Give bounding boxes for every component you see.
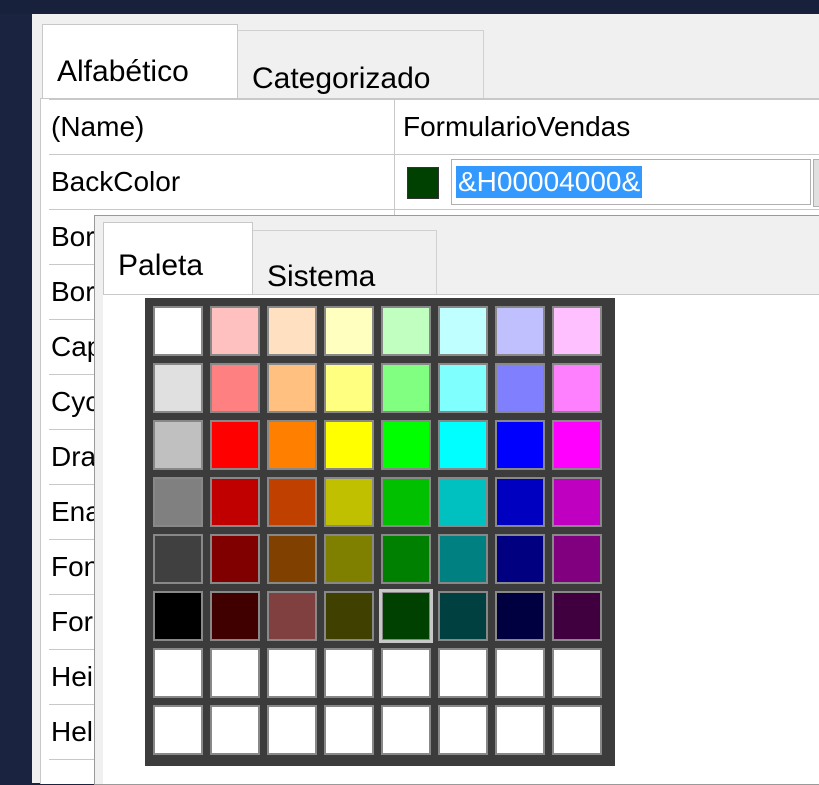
color-swatch[interactable] [153,648,203,698]
color-swatch[interactable] [552,648,602,698]
color-swatch[interactable] [210,420,260,470]
color-swatch[interactable] [153,306,203,356]
color-swatch[interactable] [438,648,488,698]
color-swatch[interactable] [267,648,317,698]
color-swatch[interactable] [210,648,260,698]
color-swatch[interactable] [381,420,431,470]
color-picker-popup: Paleta Sistema [94,215,819,785]
color-swatch[interactable] [324,477,374,527]
color-swatch[interactable] [495,705,545,755]
color-swatch[interactable] [153,534,203,584]
window-frame [0,0,819,14]
color-swatch[interactable] [495,534,545,584]
color-swatch[interactable] [210,306,260,356]
color-swatch[interactable] [438,534,488,584]
color-swatch[interactable] [153,363,203,413]
color-swatch[interactable] [552,705,602,755]
tab-sistema[interactable]: Sistema [253,230,437,294]
tab-categorizado[interactable]: Categorizado [238,30,484,98]
color-swatch[interactable] [495,648,545,698]
color-swatch[interactable] [552,363,602,413]
tab-paleta[interactable]: Paleta [103,222,253,296]
color-swatch[interactable] [324,363,374,413]
backcolor-value-text: &H00004000& [456,166,643,198]
property-row-backcolor[interactable]: BackColor &H00004000& [49,155,819,210]
color-swatch[interactable] [210,363,260,413]
color-swatch[interactable] [438,705,488,755]
color-swatch[interactable] [324,534,374,584]
color-swatch[interactable] [381,705,431,755]
color-swatch[interactable] [381,306,431,356]
dropdown-button[interactable] [813,159,819,207]
color-swatch[interactable] [438,363,488,413]
color-swatch[interactable] [381,648,431,698]
color-swatch[interactable] [552,591,602,641]
color-swatch[interactable] [495,477,545,527]
backcolor-input[interactable]: &H00004000& [451,159,811,205]
color-swatch[interactable] [153,705,203,755]
color-swatch[interactable] [381,477,431,527]
property-name: (Name) [49,100,395,154]
color-swatch[interactable] [267,705,317,755]
backcolor-value-cell[interactable]: &H00004000& [397,155,819,209]
color-swatch[interactable] [153,591,203,641]
backcolor-swatch [407,167,439,199]
property-value[interactable]: FormularioVendas [397,100,819,154]
color-swatch[interactable] [438,477,488,527]
color-swatch[interactable] [153,477,203,527]
tab-alfabetico[interactable]: Alfabético [42,24,238,100]
color-swatch[interactable] [552,534,602,584]
color-swatch[interactable] [495,306,545,356]
color-swatch[interactable] [267,477,317,527]
color-swatch[interactable] [210,534,260,584]
color-swatch[interactable] [267,534,317,584]
color-swatch[interactable] [324,420,374,470]
color-swatch[interactable] [267,306,317,356]
color-swatch[interactable] [324,591,374,641]
color-swatch[interactable] [210,477,260,527]
color-swatch[interactable] [267,420,317,470]
color-swatch[interactable] [552,420,602,470]
color-swatch[interactable] [267,591,317,641]
color-swatch[interactable] [381,534,431,584]
property-name: BackColor [49,155,395,209]
color-swatch[interactable] [324,306,374,356]
color-swatch[interactable] [438,306,488,356]
color-swatch[interactable] [153,420,203,470]
property-row[interactable]: (Name) FormularioVendas [49,99,819,155]
color-swatch[interactable] [324,705,374,755]
color-swatch[interactable] [379,589,433,643]
color-swatch[interactable] [210,705,260,755]
color-swatch[interactable] [267,363,317,413]
color-swatch[interactable] [552,306,602,356]
color-swatch[interactable] [438,591,488,641]
color-swatch[interactable] [495,591,545,641]
color-swatch[interactable] [324,648,374,698]
color-swatch[interactable] [210,591,260,641]
color-swatch[interactable] [495,363,545,413]
color-swatch[interactable] [552,477,602,527]
color-swatch[interactable] [438,420,488,470]
color-swatch[interactable] [381,363,431,413]
color-swatch[interactable] [495,420,545,470]
color-palette-grid [145,298,615,766]
